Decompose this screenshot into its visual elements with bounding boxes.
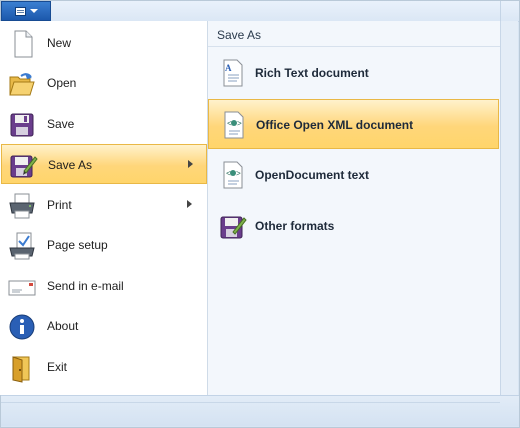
ribbon-divider — [500, 1, 501, 21]
menu-item-label: New — [47, 36, 72, 50]
menu-item-open[interactable]: Open — [1, 63, 207, 103]
new-document-icon — [7, 29, 37, 59]
menu-item-print[interactable]: Print — [1, 185, 207, 225]
window-right-edge — [500, 21, 518, 395]
application-menu-button[interactable] — [1, 1, 51, 21]
svg-text:>: > — [237, 120, 242, 129]
chevron-down-icon — [29, 9, 38, 13]
menu-item-exit[interactable]: Exit — [1, 347, 207, 387]
submenu-arrow-icon — [188, 160, 193, 168]
menu-item-about[interactable]: About — [1, 306, 207, 346]
application-menu: New Open Save Save As Print Page setup S… — [0, 21, 208, 395]
exit-door-icon — [7, 353, 37, 383]
menu-item-label: Save As — [48, 158, 93, 172]
odt-document-icon: < > — [219, 160, 247, 190]
ribbon-strip — [1, 1, 519, 22]
printer-icon — [7, 191, 37, 221]
open-folder-icon — [7, 69, 37, 99]
svg-text:A: A — [225, 63, 232, 73]
menu-item-page-setup[interactable]: Page setup — [1, 225, 207, 265]
submenu-arrow-icon — [187, 200, 192, 208]
submenu-item-label: OpenDocument text — [255, 168, 370, 182]
floppy-disk-pen-icon — [219, 211, 247, 241]
save-as-opendocument-text[interactable]: < > OpenDocument text — [208, 150, 499, 200]
submenu-item-label: Office Open XML document — [256, 118, 414, 132]
menu-item-label: Page setup — [47, 238, 108, 252]
save-as-office-open-xml[interactable]: < > Office Open XML document — [208, 99, 499, 149]
menu-item-label: About — [47, 319, 79, 333]
submenu-item-label: Rich Text document — [255, 66, 369, 80]
footer-divider — [1, 402, 500, 403]
menu-item-label: Save — [47, 117, 75, 131]
svg-text:<: < — [227, 120, 232, 129]
menu-item-new[interactable]: New — [1, 23, 207, 63]
submenu-header: Save As — [208, 21, 500, 47]
submenu-item-label: Other formats — [255, 219, 335, 233]
menu-item-label: Print — [47, 198, 72, 212]
rtf-document-icon: A — [219, 58, 247, 88]
envelope-icon — [7, 272, 37, 302]
menu-footer — [1, 395, 519, 426]
floppy-disk-icon — [7, 110, 37, 140]
menu-item-save-as[interactable]: Save As — [1, 144, 207, 184]
submenu-title: Save As — [217, 28, 262, 42]
menu-item-label: Open — [47, 76, 77, 90]
svg-text:<: < — [226, 170, 231, 179]
xml-document-icon: < > — [220, 110, 248, 140]
page-setup-icon — [7, 231, 37, 261]
info-icon — [7, 312, 37, 342]
save-as-icon — [8, 151, 38, 181]
save-as-submenu: Save As A Rich Text document < > Office … — [208, 21, 500, 395]
menu-item-send-email[interactable]: Send in e-mail — [1, 266, 207, 306]
svg-text:>: > — [236, 170, 241, 179]
application-menu-icon — [14, 6, 26, 16]
menu-item-label: Exit — [47, 360, 68, 374]
menu-item-save[interactable]: Save — [1, 104, 207, 144]
save-as-other-formats[interactable]: Other formats — [208, 201, 499, 251]
menu-item-label: Send in e-mail — [47, 279, 124, 293]
save-as-rich-text[interactable]: A Rich Text document — [208, 48, 499, 98]
